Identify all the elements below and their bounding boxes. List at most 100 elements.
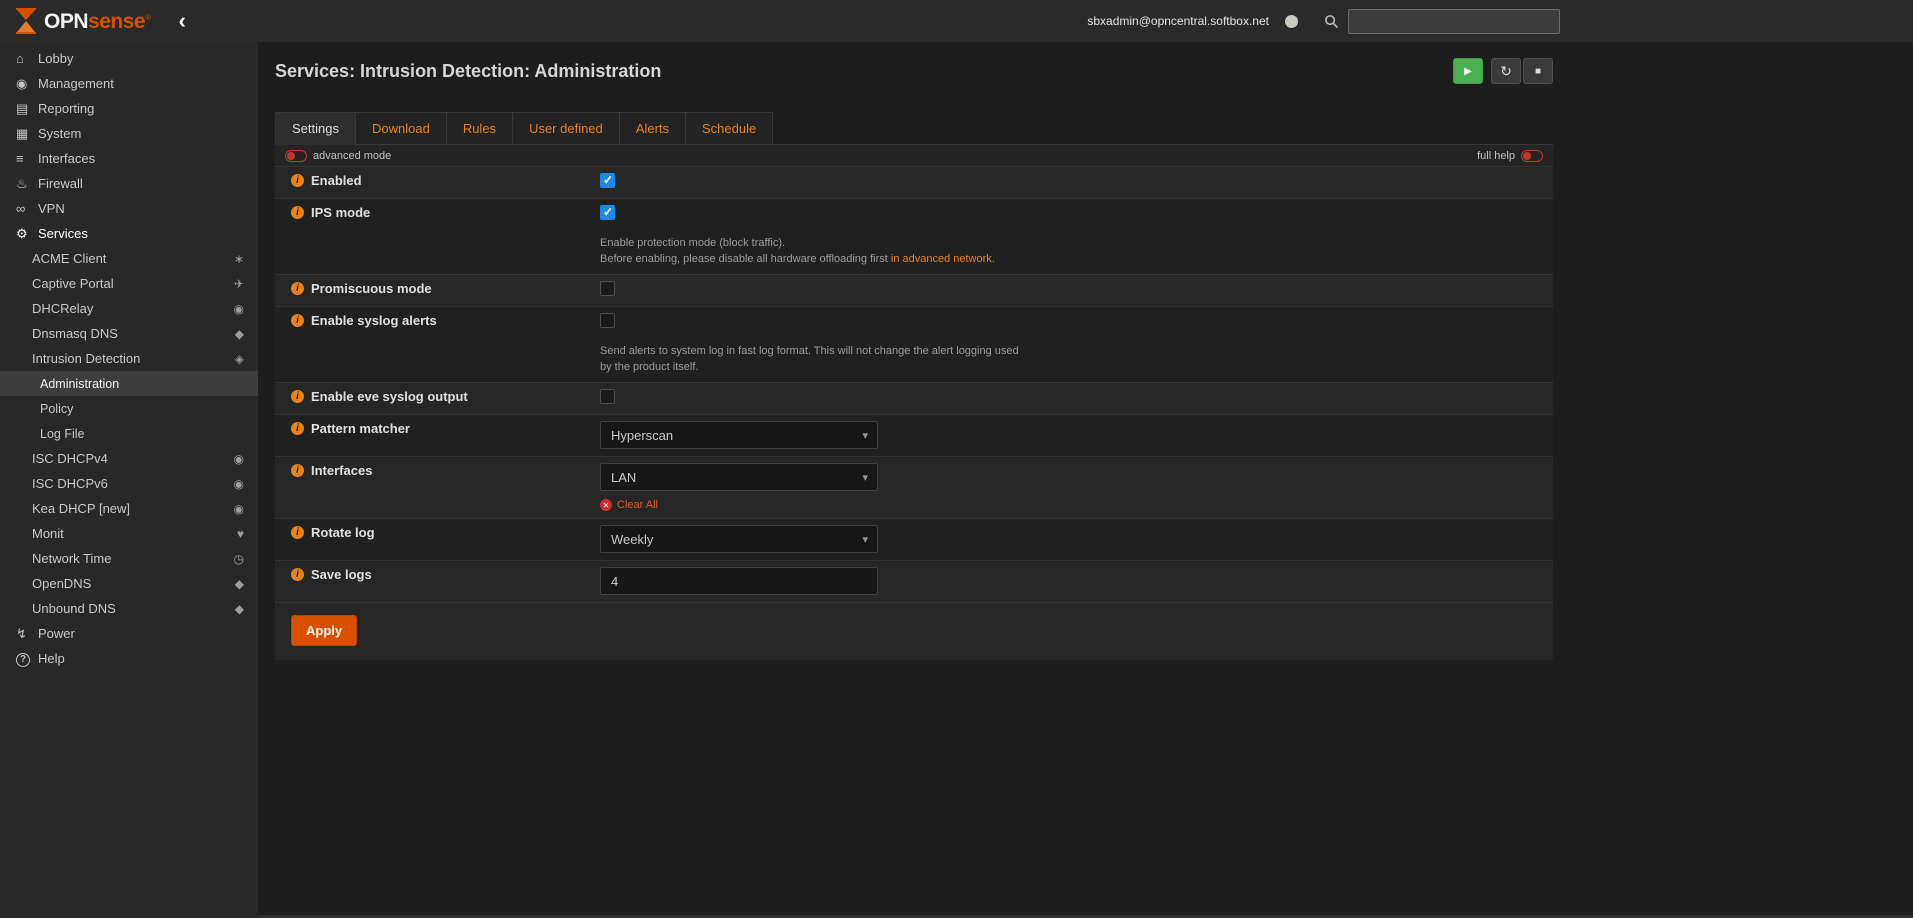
full-help-toggle[interactable]: full help: [1477, 150, 1543, 162]
sidebar-item-isc-dhcpv6[interactable]: ISC DHCPv6 ◉: [0, 471, 258, 496]
advanced-network-link[interactable]: in advanced network: [891, 253, 992, 265]
tab-alerts[interactable]: Alerts: [619, 112, 686, 144]
sidebar-item-opendns[interactable]: OpenDNS ◆: [0, 571, 258, 596]
form-row-rotate-log: Rotate log Weekly: [275, 519, 1553, 561]
brand-registered-mark: ®: [145, 13, 150, 22]
apply-button[interactable]: Apply: [291, 615, 357, 646]
enabled-checkbox[interactable]: [600, 173, 615, 188]
info-icon[interactable]: [291, 526, 304, 539]
advanced-mode-toggle[interactable]: advanced mode: [285, 150, 391, 162]
paper-plane-icon: ✈: [234, 277, 244, 291]
sidebar-item-label: Power: [38, 626, 75, 641]
tags-icon: ◆: [235, 577, 244, 591]
clear-all-label: Clear All: [617, 499, 658, 511]
sidebar-item-label: Log File: [40, 427, 84, 441]
sidebar-item-management[interactable]: ◉ Management: [0, 71, 258, 96]
sidebar-item-dnsmasq-dns[interactable]: Dnsmasq DNS ◆: [0, 321, 258, 346]
sidebar-item-lobby[interactable]: ⌂ Lobby: [0, 46, 258, 71]
sidebar-item-unbound-dns[interactable]: Unbound DNS ◆: [0, 596, 258, 621]
sidebar-item-label: Interfaces: [38, 151, 95, 166]
tab-rules[interactable]: Rules: [446, 112, 513, 144]
info-icon[interactable]: [291, 206, 304, 219]
tab-download[interactable]: Download: [355, 112, 447, 144]
brand-logo[interactable]: OPNsense®: [14, 8, 150, 34]
info-icon[interactable]: [291, 422, 304, 435]
management-icon: ◉: [16, 76, 38, 92]
sidebar-item-label: Reporting: [38, 101, 94, 116]
info-icon[interactable]: [291, 464, 304, 477]
info-icon[interactable]: [291, 314, 304, 327]
ips-mode-checkbox[interactable]: [600, 205, 615, 220]
start-service-button[interactable]: ▶: [1453, 58, 1483, 84]
toggle-off-icon: [285, 150, 307, 162]
tab-user-defined[interactable]: User defined: [512, 112, 620, 144]
sidebar-item-dhcrelay[interactable]: DHCRelay ◉: [0, 296, 258, 321]
sidebar-item-services[interactable]: ⚙ Services: [0, 221, 258, 246]
sidebar-item-power[interactable]: ↯ Power: [0, 621, 258, 646]
stop-service-button[interactable]: ■: [1523, 58, 1553, 84]
syslog-alerts-checkbox[interactable]: [600, 313, 615, 328]
help-glyph: ?: [16, 653, 30, 667]
pattern-matcher-select[interactable]: Hyperscan: [600, 421, 878, 449]
circle-icon: ◉: [234, 452, 244, 466]
search-input[interactable]: [1348, 9, 1560, 34]
rotate-log-select[interactable]: Weekly: [600, 525, 878, 553]
sidebar-collapse-button[interactable]: ‹: [172, 10, 191, 32]
sidebar-item-help[interactable]: ? Help: [0, 646, 258, 671]
eve-syslog-checkbox[interactable]: [600, 389, 615, 404]
tags-icon: ◆: [235, 602, 244, 616]
sidebar-item-isc-dhcpv4[interactable]: ISC DHCPv4 ◉: [0, 446, 258, 471]
sidebar-item-vpn[interactable]: ∞ VPN: [0, 196, 258, 221]
acme-icon: ∗: [234, 252, 244, 266]
tab-schedule[interactable]: Schedule: [685, 112, 773, 144]
field-help-text: Send alerts to system log in fast log fo…: [600, 343, 1030, 375]
service-actions: ▶ ↻ ■: [1453, 58, 1553, 84]
field-label: Save logs: [311, 567, 372, 583]
clear-all-link[interactable]: Clear All: [600, 499, 1553, 511]
sidebar-item-label: ISC DHCPv6: [32, 476, 108, 491]
sidebar-item-administration[interactable]: Administration: [0, 371, 258, 396]
info-icon[interactable]: [291, 390, 304, 403]
settings-form: Enabled IPS mode Enable protection mode …: [275, 167, 1553, 660]
full-help-label: full help: [1477, 150, 1515, 162]
heartbeat-icon: ♥: [237, 527, 244, 541]
sidebar-item-acme-client[interactable]: ACME Client ∗: [0, 246, 258, 271]
circle-icon: ◉: [234, 302, 244, 316]
header-right: sbxadmin@opncentral.softbox.net: [1087, 0, 1560, 42]
info-icon[interactable]: [291, 568, 304, 581]
reporting-icon: ▤: [16, 101, 38, 117]
interfaces-select[interactable]: LAN: [600, 463, 878, 491]
sidebar-item-label: Unbound DNS: [32, 601, 116, 616]
info-icon[interactable]: [291, 174, 304, 187]
sidebar-item-firewall[interactable]: ♨ Firewall: [0, 171, 258, 196]
form-row-save-logs: Save logs: [275, 561, 1553, 603]
firewall-icon: ♨: [16, 176, 38, 192]
field-label: Pattern matcher: [311, 421, 410, 437]
sidebar-item-captive-portal[interactable]: Captive Portal ✈: [0, 271, 258, 296]
sidebar-item-intrusion-detection[interactable]: Intrusion Detection ◈: [0, 346, 258, 371]
sidebar-item-reporting[interactable]: ▤ Reporting: [0, 96, 258, 121]
status-dot: [1285, 15, 1298, 28]
select-value: LAN: [611, 470, 636, 485]
sidebar-item-policy[interactable]: Policy: [0, 396, 258, 421]
power-icon: ↯: [16, 626, 38, 642]
field-label: Rotate log: [311, 525, 375, 541]
promiscuous-checkbox[interactable]: [600, 281, 615, 296]
sidebar-item-network-time[interactable]: Network Time ◷: [0, 546, 258, 571]
sidebar-item-interfaces[interactable]: ≡ Interfaces: [0, 146, 258, 171]
sidebar-item-log-file[interactable]: Log File: [0, 421, 258, 446]
sidebar-item-system[interactable]: ▦ System: [0, 121, 258, 146]
sidebar: ⌂ Lobby ◉ Management ▤ Reporting ▦ Syste…: [0, 42, 258, 918]
sidebar-item-label: Monit: [32, 526, 64, 541]
sidebar-item-kea-dhcp[interactable]: Kea DHCP [new] ◉: [0, 496, 258, 521]
sidebar-item-monit[interactable]: Monit ♥: [0, 521, 258, 546]
search-icon[interactable]: [1324, 14, 1339, 29]
restart-service-button[interactable]: ↻: [1491, 58, 1521, 84]
clock-icon: ◷: [234, 552, 244, 566]
select-value: Hyperscan: [611, 428, 673, 443]
page-title: Services: Intrusion Detection: Administr…: [275, 61, 661, 82]
tab-settings[interactable]: Settings: [275, 112, 356, 145]
info-icon[interactable]: [291, 282, 304, 295]
interfaces-icon: ≡: [16, 151, 38, 166]
save-logs-input[interactable]: [600, 567, 878, 595]
